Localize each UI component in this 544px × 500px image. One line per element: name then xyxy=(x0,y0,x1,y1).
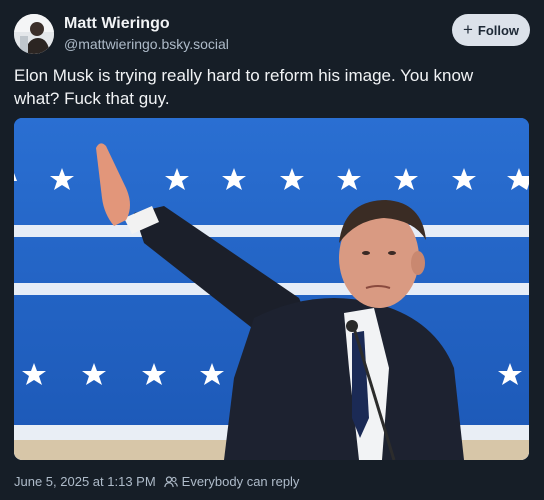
people-icon xyxy=(163,475,178,487)
plus-icon: + xyxy=(462,20,473,39)
follow-button[interactable]: + Follow xyxy=(452,14,530,46)
author-display-name[interactable]: Matt Wieringo xyxy=(64,15,170,33)
post-text: Elon Musk is trying really hard to refor… xyxy=(14,66,474,108)
post-footer: June 5, 2025 at 1:13 PM Everybody can re… xyxy=(14,474,299,489)
follow-button-label: Follow xyxy=(477,22,520,38)
avatar[interactable] xyxy=(14,14,54,54)
post-image[interactable] xyxy=(14,118,529,460)
reply-settings-label: Everybody can reply xyxy=(181,474,300,489)
post-card[interactable]: Matt Wieringo @mattwieringo.bsky.social … xyxy=(0,0,544,500)
post-timestamp[interactable]: June 5, 2025 at 1:13 PM xyxy=(14,474,156,489)
author-handle[interactable]: @mattwieringo.bsky.social xyxy=(64,36,229,52)
reply-settings[interactable]: Everybody can reply xyxy=(163,474,300,489)
